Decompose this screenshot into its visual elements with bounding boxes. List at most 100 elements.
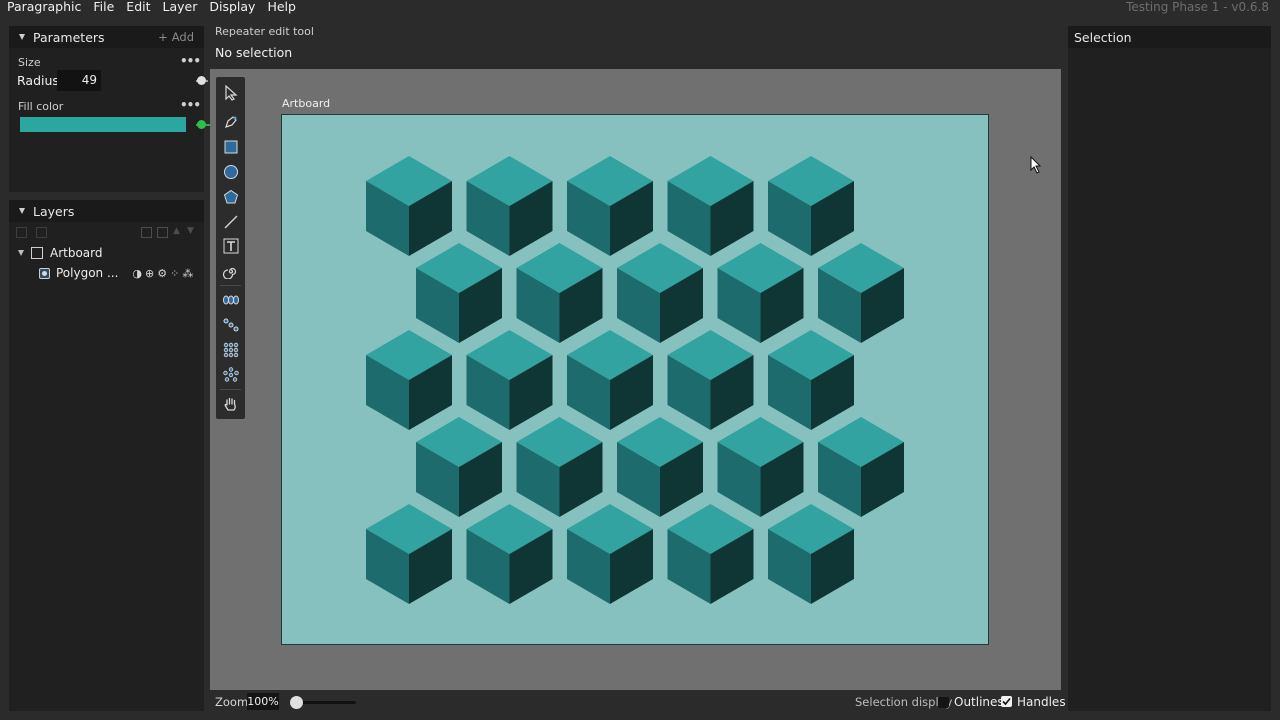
circle-icon	[223, 164, 238, 179]
outlines-checkbox[interactable]	[938, 697, 949, 708]
menu-help[interactable]: Help	[260, 0, 301, 14]
fill-color-swatch[interactable]	[20, 117, 186, 132]
mouse-cursor-icon	[1030, 156, 1042, 174]
artboard[interactable]	[281, 114, 989, 645]
radius-label: Radius	[17, 73, 59, 88]
polygon-tool[interactable]	[220, 186, 241, 207]
cube-shape	[516, 417, 603, 517]
move-down-icon[interactable]: ▼	[187, 227, 196, 236]
linear-repeater-tool[interactable]	[220, 289, 241, 310]
line-tool[interactable]	[220, 211, 241, 232]
artboard-title: Artboard	[282, 97, 331, 110]
pen-icon	[224, 115, 237, 128]
radial-repeater-tool[interactable]	[220, 364, 241, 385]
hand-tool[interactable]	[220, 393, 241, 414]
menu-layer[interactable]: Layer	[156, 0, 203, 14]
pen-tool[interactable]	[220, 111, 241, 132]
path-repeat-icon	[223, 318, 238, 331]
linear-repeat-icon	[222, 295, 239, 304]
cube-shape	[416, 417, 502, 517]
spiral-tool[interactable]	[220, 260, 241, 281]
collapse-triangle-icon[interactable]	[19, 208, 25, 214]
add-parameter-button[interactable]: + Add	[158, 30, 194, 44]
rectangle-icon	[224, 140, 237, 153]
spiral-icon	[222, 267, 236, 279]
cube-shape	[768, 504, 854, 604]
cube-shape	[366, 156, 452, 256]
text-tool[interactable]	[220, 235, 241, 256]
duplicate-layer-icon[interactable]	[141, 227, 152, 238]
group-layer-icon[interactable]	[36, 227, 47, 238]
cube-shape	[567, 330, 653, 430]
zoom-input[interactable]: 100%	[247, 693, 279, 710]
line-icon	[224, 215, 237, 228]
menu-file[interactable]: File	[86, 0, 119, 14]
hand-icon	[224, 397, 236, 411]
cube-shape	[617, 243, 703, 343]
fill-port-icon[interactable]	[197, 120, 206, 129]
layers-header[interactable]: Layers	[9, 200, 204, 222]
cube-pattern	[366, 156, 904, 604]
radius-port-icon[interactable]	[197, 76, 206, 85]
cube-shape	[567, 156, 653, 256]
text-icon	[223, 238, 238, 253]
pentagon-icon	[223, 189, 238, 203]
polygon-icon	[39, 267, 50, 279]
layer-row-artboard[interactable]: Artboard	[18, 246, 103, 260]
cube-shape	[818, 243, 904, 343]
app-menu[interactable]: Paragraphic	[0, 0, 86, 14]
gear-icon[interactable]: ⚙	[157, 267, 167, 280]
toolbar-divider	[220, 285, 241, 286]
transform-icon[interactable]: ⊕	[145, 267, 154, 280]
cube-shape	[466, 156, 553, 256]
version-label: Testing Phase 1 - v0.6.8	[1126, 0, 1269, 14]
collapse-triangle-icon[interactable]	[19, 34, 25, 40]
handles-checkbox[interactable]	[1001, 696, 1012, 707]
parameters-title: Parameters	[33, 29, 105, 45]
layer-row-polygon[interactable]: Polygon ... ◑ ⊕ ⚙ ⁘ ⁂	[39, 266, 193, 280]
checkmark-icon	[1002, 697, 1011, 706]
cube-shape	[818, 417, 904, 517]
toolbar-divider	[220, 389, 241, 390]
active-tool-name: Repeater edit tool	[215, 25, 314, 38]
cube-shape	[768, 330, 854, 430]
select-tool[interactable]	[220, 82, 241, 103]
artboard-icon	[31, 247, 43, 259]
menu-edit[interactable]: Edit	[119, 0, 155, 14]
cube-shape	[768, 156, 854, 256]
cube-shape	[416, 243, 502, 343]
ellipse-tool[interactable]	[220, 161, 241, 182]
cube-shape	[567, 504, 653, 604]
grid-repeater-icon[interactable]: ⁘	[170, 267, 179, 280]
pointer-arrow-icon	[224, 84, 238, 101]
outlines-label[interactable]: Outlines	[954, 695, 1004, 709]
cube-shape	[717, 243, 804, 343]
fill-more-icon[interactable]: •••	[180, 98, 201, 112]
size-more-icon[interactable]: •••	[180, 54, 201, 68]
move-up-icon[interactable]: ▲	[173, 227, 182, 236]
tool-palette	[216, 77, 245, 419]
path-repeater-tool[interactable]	[220, 314, 241, 335]
cube-shape	[667, 504, 754, 604]
cube-shape	[516, 243, 603, 343]
new-layer-icon[interactable]	[16, 227, 27, 238]
selection-panel: Selection	[1068, 26, 1271, 711]
cube-shape	[466, 504, 553, 604]
cube-shape	[466, 330, 553, 430]
add-label: Add	[171, 30, 194, 44]
rectangle-tool[interactable]	[220, 136, 241, 157]
handles-label[interactable]: Handles	[1017, 695, 1066, 709]
radius-input[interactable]: 49	[57, 70, 101, 91]
opacity-icon[interactable]: ◑	[132, 267, 142, 280]
expand-triangle-icon[interactable]	[18, 250, 24, 256]
grid-repeater-tool[interactable]	[220, 339, 241, 360]
mask-layer-icon[interactable]	[157, 227, 168, 238]
cube-shape	[667, 330, 754, 430]
repeater-icon[interactable]: ⁂	[182, 267, 193, 280]
zoom-slider-handle[interactable]	[289, 696, 303, 709]
size-label: Size	[18, 56, 41, 69]
menu-display[interactable]: Display	[202, 0, 260, 14]
artboard-layer-label: Artboard	[50, 246, 103, 260]
polygon-layer-label: Polygon ...	[56, 266, 119, 280]
layers-title: Layers	[33, 203, 75, 219]
